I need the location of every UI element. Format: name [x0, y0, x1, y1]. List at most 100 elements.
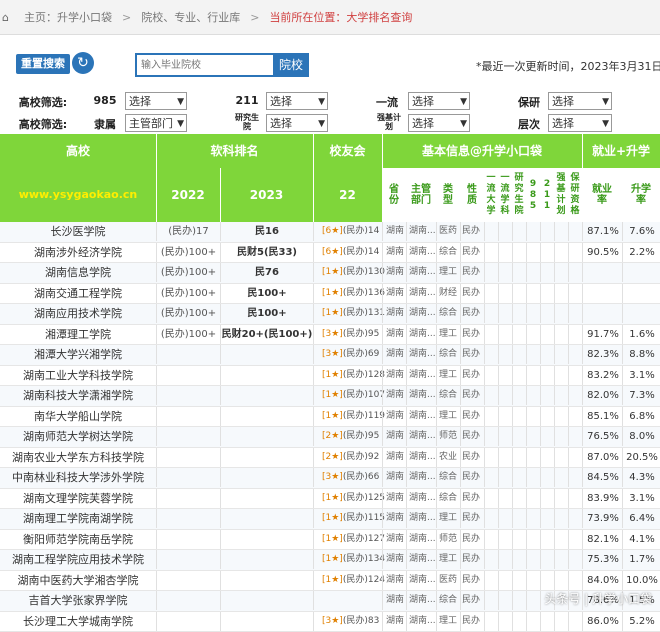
column-divider	[406, 345, 407, 364]
reset-search-button[interactable]: 重置搜索	[16, 54, 70, 74]
rank-2023	[221, 530, 313, 549]
filter-postgrad-select[interactable]: 选择▼	[548, 92, 612, 110]
header-school[interactable]: 高校	[0, 134, 157, 168]
table-row[interactable]: 湖南工程学院应用技术学院[1★](民办)134湖南湖南...理工民办75.3%1…	[0, 550, 660, 571]
rank-2022: (民办)100+	[157, 243, 220, 262]
school-name[interactable]: 湖南交通工程学院	[0, 284, 156, 303]
province: 湖南	[386, 571, 406, 590]
province: 湖南	[386, 222, 406, 241]
header-2023[interactable]: 2023	[220, 168, 314, 222]
header-employ-rate[interactable]: 就业率	[582, 168, 623, 222]
column-divider	[498, 222, 499, 241]
column-divider	[436, 530, 437, 549]
table-row[interactable]: 湖南文理学院芙蓉学院[1★](民办)125湖南湖南...综合民办83.9%3.1…	[0, 489, 660, 510]
table-row[interactable]: 湖南信息学院(民办)100+民76[1★](民办)130湖南湖南...理工民办	[0, 263, 660, 284]
filter-top-select[interactable]: 选择▼	[408, 92, 470, 110]
column-divider	[156, 550, 157, 569]
school-name[interactable]: 中南林业科技大学涉外学院	[0, 468, 156, 487]
school-name[interactable]: 湖南应用技术学院	[0, 304, 156, 323]
table-row[interactable]: 长沙医学院(民办)17民16[6★](民办)14湖南湖南...医药民办87.1%…	[0, 222, 660, 243]
table-row[interactable]: 湖南科技大学潇湘学院[1★](民办)107湖南湖南...综合民办82.0%7.3…	[0, 386, 660, 407]
table-row[interactable]: 湖南师范大学树达学院[2★](民办)95湖南湖南...师范民办76.5%8.0%	[0, 427, 660, 448]
alumni-rank: [6★](民办)14	[314, 243, 390, 262]
filter-gradschool-select[interactable]: 选择▼	[266, 114, 328, 132]
table-row[interactable]: 衡阳师范学院南岳学院[1★](民办)127湖南湖南...师范民办82.1%4.1…	[0, 530, 660, 551]
school-name[interactable]: 湖南工业大学科技学院	[0, 366, 156, 385]
school-name[interactable]: 湖南信息学院	[0, 263, 156, 282]
table-row[interactable]: 湘潭理工学院(民办)100+民财20+(民100+)[3★](民办)95湖南湖南…	[0, 325, 660, 346]
school-name[interactable]: 长沙医学院	[0, 222, 156, 241]
column-divider	[622, 468, 623, 487]
school-name[interactable]: 湖南工程学院应用技术学院	[0, 550, 156, 569]
home-icon[interactable]: ⌂	[2, 11, 18, 24]
column-divider	[156, 530, 157, 549]
column-divider	[582, 612, 583, 631]
table-row[interactable]: 长沙理工大学城南学院[3★](民办)83湖南湖南...理工民办86.0%5.2%	[0, 612, 660, 632]
column-divider	[406, 509, 407, 528]
rank-2022: (民办)100+	[157, 325, 220, 344]
table-row[interactable]: 中南林业科技大学涉外学院[3★](民办)66湖南湖南...综合民办84.5%4.…	[0, 468, 660, 489]
school-name[interactable]: 湖南涉外经济学院	[0, 243, 156, 262]
school-name[interactable]: 湘潭大学兴湘学院	[0, 345, 156, 364]
header-further-rate[interactable]: 升学率	[622, 168, 660, 222]
search-button[interactable]: 院校	[273, 53, 309, 77]
column-divider	[540, 509, 541, 528]
column-divider	[526, 427, 527, 446]
filter-dept-select[interactable]: 主管部门▼	[125, 114, 187, 132]
filter-211-select[interactable]: 选择▼	[266, 92, 328, 110]
column-divider	[622, 509, 623, 528]
column-divider	[568, 263, 569, 282]
table-row[interactable]: 湖南应用技术学院(民办)100+民100+[1★](民办)131湖南湖南...综…	[0, 304, 660, 325]
school-name[interactable]: 湖南文理学院芙蓉学院	[0, 489, 156, 508]
table-row[interactable]: 湖南交通工程学院(民办)100+民100+[1★](民办)136湖南湖南...财…	[0, 284, 660, 305]
alumni-rank: [1★](民办)131	[314, 304, 390, 323]
table-row[interactable]: 湖南农业大学东方科技学院[2★](民办)92湖南湖南...农业民办87.0%20…	[0, 448, 660, 469]
header-alumni[interactable]: 校友会	[313, 134, 383, 168]
filter-qiangji-select[interactable]: 选择▼	[408, 114, 470, 132]
school-name[interactable]: 湘潭理工学院	[0, 325, 156, 344]
department: 湖南...	[409, 612, 437, 631]
column-divider	[484, 612, 485, 631]
header-ranking[interactable]: 软科排名	[156, 134, 314, 168]
school-type: 理工	[439, 612, 461, 631]
school-name[interactable]: 湖南师范大学树达学院	[0, 427, 156, 446]
search-input[interactable]	[135, 53, 279, 77]
header-dept: 主管部门	[406, 168, 437, 222]
school-name[interactable]: 南华大学船山学院	[0, 407, 156, 426]
breadcrumb-home[interactable]: 主页：升学小口袋	[24, 9, 112, 25]
column-divider	[460, 386, 461, 405]
table-row[interactable]: 湘潭大学兴湘学院[3★](民办)69湖南湖南...综合民办82.3%8.8%	[0, 345, 660, 366]
table-row[interactable]: 湖南中医药大学湘杏学院[1★](民办)124湖南湖南...医药民办84.0%10…	[0, 571, 660, 592]
header-2022[interactable]: 2022	[156, 168, 221, 222]
department: 湖南...	[409, 550, 437, 569]
further-study-rate: 1.6%	[624, 325, 660, 344]
table-row[interactable]: 南华大学船山学院[1★](民办)119湖南湖南...理工民办85.1%6.8%	[0, 407, 660, 428]
rank-2023	[221, 550, 313, 569]
column-divider	[436, 263, 437, 282]
column-divider	[220, 550, 221, 569]
school-name[interactable]: 吉首大学张家界学院	[0, 591, 156, 610]
breadcrumb: ⌂ 主页：升学小口袋 > 院校、专业、行业库 > 当前所在位置：大学排名查询	[0, 0, 660, 35]
alumni-rank: [2★](民办)95	[314, 427, 390, 446]
refresh-icon[interactable]: ↻	[72, 52, 94, 74]
school-name[interactable]: 湖南科技大学潇湘学院	[0, 386, 156, 405]
further-study-rate	[624, 263, 660, 282]
province: 湖南	[386, 530, 406, 549]
school-name[interactable]: 衡阳师范学院南岳学院	[0, 530, 156, 549]
school-name[interactable]: 长沙理工大学城南学院	[0, 612, 156, 631]
breadcrumb-library[interactable]: 院校、专业、行业库	[141, 9, 240, 25]
table-row[interactable]: 湖南理工学院南湖学院[1★](民办)115湖南湖南...理工民办73.9%6.4…	[0, 509, 660, 530]
table-row[interactable]: 湖南涉外经济学院(民办)100+民财5(民33)[6★](民办)14湖南湖南..…	[0, 243, 660, 264]
column-divider	[406, 550, 407, 569]
column-divider	[498, 386, 499, 405]
filter-985-select[interactable]: 选择▼	[125, 92, 187, 110]
header-alumni-22[interactable]: 22	[313, 168, 383, 222]
school-name[interactable]: 湖南中医药大学湘杏学院	[0, 571, 156, 590]
rank-2022	[157, 386, 220, 405]
table-row[interactable]: 湖南工业大学科技学院[1★](民办)128湖南湖南...理工民办83.2%3.1…	[0, 366, 660, 387]
school-name[interactable]: 湖南农业大学东方科技学院	[0, 448, 156, 467]
column-divider	[484, 345, 485, 364]
filter-level-select[interactable]: 选择▼	[548, 114, 612, 132]
rank-2022	[157, 550, 220, 569]
school-name[interactable]: 湖南理工学院南湖学院	[0, 509, 156, 528]
